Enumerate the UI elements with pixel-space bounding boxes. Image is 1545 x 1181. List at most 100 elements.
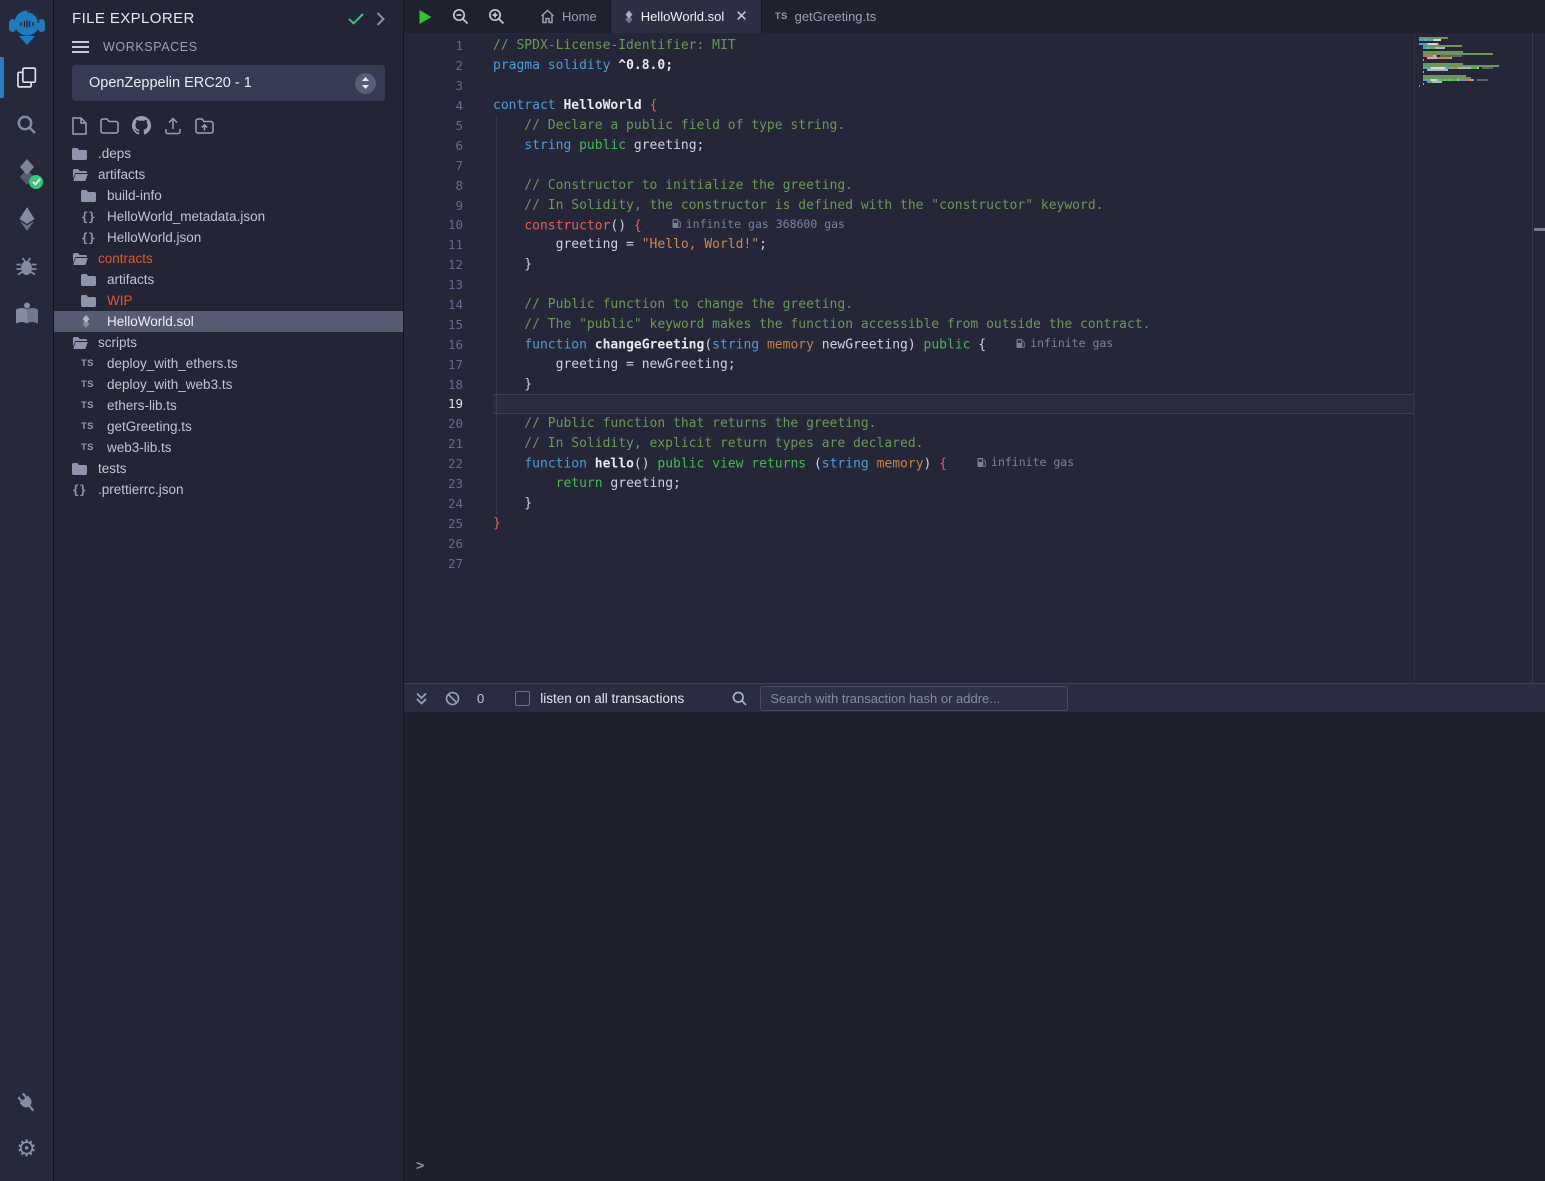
line-number[interactable]: 3 [404, 78, 463, 93]
transaction-search-input[interactable] [760, 686, 1068, 711]
code-line-19[interactable]: 19 [404, 394, 1545, 414]
tab-helloworld-sol[interactable]: HelloWorld.sol ✕ [610, 0, 762, 33]
tree-item-WIP[interactable]: WIP [54, 290, 403, 311]
tree-item-.prettierrc.json[interactable]: {}.prettierrc.json [54, 479, 403, 500]
file-explorer-icon[interactable] [0, 54, 53, 101]
listen-transactions-checkbox[interactable] [515, 691, 530, 706]
clear-console-icon[interactable] [445, 691, 460, 706]
tree-item-scripts[interactable]: scripts [54, 332, 403, 353]
code-line-9[interactable]: 9 // In Solidity, the constructor is def… [404, 195, 1545, 215]
tree-item-contracts[interactable]: contracts [54, 248, 403, 269]
line-number[interactable]: 22 [404, 456, 463, 471]
line-number[interactable]: 27 [404, 556, 463, 571]
line-number[interactable]: 9 [404, 198, 463, 213]
code-line-7[interactable]: 7 [404, 155, 1545, 175]
editor-scrollbar[interactable] [1532, 33, 1545, 683]
code-line-26[interactable]: 26 [404, 533, 1545, 553]
code-line-18[interactable]: 18 } [404, 374, 1545, 394]
code-line-6[interactable]: 6 string public greeting; [404, 135, 1545, 155]
collapse-terminal-icon[interactable] [415, 692, 428, 705]
line-number[interactable]: 17 [404, 357, 463, 372]
code-line-27[interactable]: 27 [404, 553, 1545, 573]
line-number[interactable]: 24 [404, 496, 463, 511]
line-number[interactable]: 5 [404, 118, 463, 133]
code-line-23[interactable]: 23 return greeting; [404, 474, 1545, 494]
line-number[interactable]: 18 [404, 377, 463, 392]
new-file-icon[interactable] [72, 117, 87, 135]
tree-item-HelloWorld.json[interactable]: {}HelloWorld.json [54, 227, 403, 248]
code-line-4[interactable]: 4contract HelloWorld { [404, 96, 1545, 116]
tree-item-.deps[interactable]: .deps [54, 143, 403, 164]
minimap[interactable] [1419, 37, 1507, 91]
code-line-17[interactable]: 17 greeting = newGreeting; [404, 354, 1545, 374]
line-number[interactable]: 8 [404, 178, 463, 193]
line-number[interactable]: 26 [404, 536, 463, 551]
code-line-5[interactable]: 5 // Declare a public field of type stri… [404, 116, 1545, 136]
line-number[interactable]: 20 [404, 416, 463, 431]
tree-item-artifacts[interactable]: artifacts [54, 164, 403, 185]
debugger-icon[interactable] [0, 242, 53, 289]
line-number[interactable]: 23 [404, 476, 463, 491]
code-line-12[interactable]: 12 } [404, 255, 1545, 275]
line-number[interactable]: 16 [404, 337, 463, 352]
upload-file-icon[interactable] [164, 117, 182, 135]
tree-item-HelloWorld.sol[interactable]: HelloWorld.sol [54, 311, 403, 332]
plugin-manager-icon[interactable] [0, 1079, 53, 1126]
code-line-20[interactable]: 20 // Public function that returns the g… [404, 414, 1545, 434]
code-line-21[interactable]: 21 // In Solidity, explicit return types… [404, 434, 1545, 454]
code-line-24[interactable]: 24 } [404, 493, 1545, 513]
code-line-11[interactable]: 11 greeting = "Hello, World!"; [404, 235, 1545, 255]
tree-item-ethers-lib.ts[interactable]: TSethers-lib.ts [54, 395, 403, 416]
tree-item-HelloWorld_metadata.json[interactable]: {}HelloWorld_metadata.json [54, 206, 403, 227]
code-line-2[interactable]: 2pragma solidity ^0.8.0; [404, 56, 1545, 76]
tree-item-deploy_with_ethers.ts[interactable]: TSdeploy_with_ethers.ts [54, 353, 403, 374]
chevron-right-icon[interactable] [376, 12, 385, 26]
zoom-out-icon[interactable] [452, 8, 469, 25]
terminal-output[interactable]: > [404, 712, 1545, 1181]
line-number[interactable]: 13 [404, 277, 463, 292]
code-line-8[interactable]: 8 // Constructor to initialize the greet… [404, 175, 1545, 195]
tab-getgreeting-ts[interactable]: TS getGreeting.ts [762, 0, 889, 33]
deploy-and-run-icon[interactable] [0, 195, 53, 242]
line-number[interactable]: 19 [404, 396, 463, 411]
zoom-in-icon[interactable] [488, 8, 505, 25]
line-number[interactable]: 1 [404, 38, 463, 53]
line-number[interactable]: 6 [404, 138, 463, 153]
line-number[interactable]: 25 [404, 516, 463, 531]
github-icon[interactable] [132, 116, 151, 135]
code-line-13[interactable]: 13 [404, 275, 1545, 295]
tree-item-web3-lib.ts[interactable]: TSweb3-lib.ts [54, 437, 403, 458]
code-line-10[interactable]: 10 constructor() {infinite gas 368600 ga… [404, 215, 1545, 235]
line-number[interactable]: 4 [404, 98, 463, 113]
tree-item-tests[interactable]: tests [54, 458, 403, 479]
accept-check-icon[interactable] [348, 13, 364, 25]
workspaces-menu-icon[interactable] [72, 41, 89, 54]
code-line-3[interactable]: 3 [404, 76, 1545, 96]
code-line-14[interactable]: 14 // Public function to change the gree… [404, 295, 1545, 315]
code-editor[interactable]: 1// SPDX-License-Identifier: MIT2pragma … [404, 33, 1545, 683]
line-number[interactable]: 11 [404, 237, 463, 252]
line-number[interactable]: 7 [404, 158, 463, 173]
code-line-1[interactable]: 1// SPDX-License-Identifier: MIT [404, 36, 1545, 56]
code-line-15[interactable]: 15 // The "public" keyword makes the fun… [404, 314, 1545, 334]
line-number[interactable]: 10 [404, 217, 463, 232]
line-number[interactable]: 2 [404, 58, 463, 73]
line-number[interactable]: 21 [404, 436, 463, 451]
tree-item-artifacts[interactable]: artifacts [54, 269, 403, 290]
code-line-16[interactable]: 16 function changeGreeting(string memory… [404, 334, 1545, 354]
remix-logo-icon[interactable] [0, 0, 53, 54]
new-folder-icon[interactable] [100, 118, 119, 134]
line-number[interactable]: 14 [404, 297, 463, 312]
code-line-25[interactable]: 25} [404, 513, 1545, 533]
solidity-compiler-icon[interactable] [0, 148, 53, 195]
tree-item-getGreeting.ts[interactable]: TSgetGreeting.ts [54, 416, 403, 437]
line-number[interactable]: 12 [404, 257, 463, 272]
workspace-switch-icon[interactable] [355, 73, 376, 94]
code-line-22[interactable]: 22 function hello() public view returns … [404, 454, 1545, 474]
tab-home[interactable]: Home [527, 0, 610, 33]
learn-book-icon[interactable] [0, 289, 53, 336]
close-tab-icon[interactable]: ✕ [735, 9, 748, 24]
tree-item-deploy_with_web3.ts[interactable]: TSdeploy_with_web3.ts [54, 374, 403, 395]
upload-folder-icon[interactable] [195, 118, 214, 134]
line-number[interactable]: 15 [404, 317, 463, 332]
